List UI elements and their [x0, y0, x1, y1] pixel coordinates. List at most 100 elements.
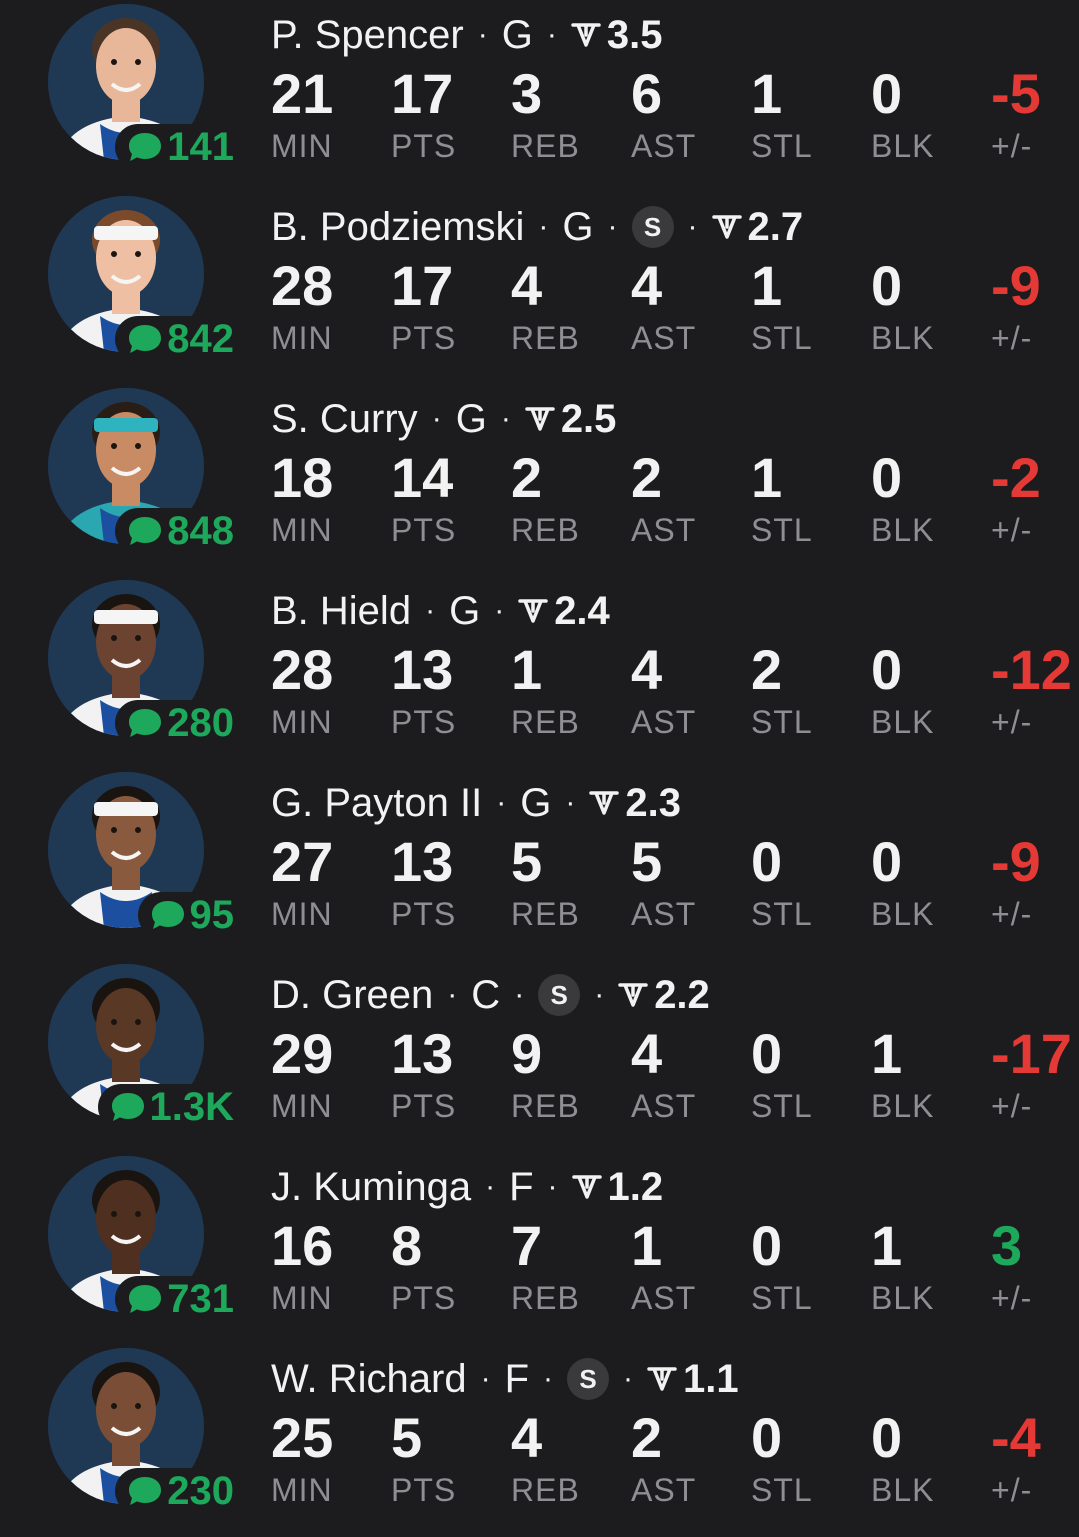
stat-pts-value: 17 — [391, 62, 454, 125]
comment-count-badge[interactable]: 280 — [115, 700, 234, 746]
stat-reb: 2 REB — [511, 446, 621, 548]
stat-pm-label: +/- — [991, 1088, 1033, 1124]
stat-pm-value: -5 — [991, 62, 1041, 125]
stat-stl-value: 2 — [751, 638, 783, 701]
player-header: G. Payton II · G · 2.3 — [271, 778, 681, 828]
stat-blk-label: BLK — [871, 128, 935, 164]
stat-blk-label: BLK — [871, 320, 935, 356]
player-position: G — [449, 588, 481, 633]
stat-pm-label: +/- — [991, 1280, 1033, 1316]
stat-pts-value: 13 — [391, 638, 454, 701]
stat-ast: 4 AST — [631, 254, 741, 356]
player-name[interactable]: G. Payton II — [271, 781, 482, 826]
comment-count-badge[interactable]: 95 — [137, 892, 234, 938]
player-name[interactable]: B. Hield — [271, 589, 411, 634]
player-row[interactable]: 842 B. Podziemski · G · S · 2.7 28 MIN 17 PTS 4 REB 4 A… — [0, 192, 1079, 384]
stat-stl: 1 STL — [751, 62, 861, 164]
player-stats-list: 141 P. Spencer · G · 3.5 21 MIN 17 PTS 3 REB 6 AST 1 ST… — [0, 0, 1079, 1537]
stat-pm-value: -4 — [991, 1406, 1041, 1469]
stat-stl: 1 STL — [751, 254, 861, 356]
stat-reb-value: 1 — [511, 638, 543, 701]
player-name[interactable]: P. Spencer — [271, 13, 464, 58]
stat-pm-label: +/- — [991, 1472, 1033, 1508]
stat-ast-label: AST — [631, 512, 697, 548]
player-name[interactable]: W. Richard — [271, 1357, 467, 1402]
stat-pts-value: 5 — [391, 1406, 423, 1469]
stat-reb-value: 5 — [511, 830, 543, 893]
comment-count-badge[interactable]: 1.3K — [97, 1084, 234, 1130]
separator-dot: · — [496, 786, 507, 819]
stat-min: 18 MIN — [271, 446, 381, 548]
stat-reb: 5 REB — [511, 830, 621, 932]
separator-dot: · — [431, 402, 442, 435]
player-row[interactable]: 1.3K D. Green · C · S · 2.2 29 MIN 13 PTS 9 REB 4 AST 0 S… — [0, 960, 1079, 1152]
stat-ast-label: AST — [631, 1472, 697, 1508]
player-row[interactable]: 731 J. Kuminga · F · 1.2 16 MIN 8 PTS 7 REB 1 AST 0 STL… — [0, 1152, 1079, 1344]
stat-ast-value: 1 — [631, 1214, 663, 1277]
stat-blk: 0 BLK — [871, 1406, 981, 1508]
stat-pm: -2 +/- — [991, 446, 1079, 548]
stat-pm-label: +/- — [991, 704, 1033, 740]
player-name[interactable]: D. Green — [271, 973, 433, 1018]
stat-pts-label: PTS — [391, 128, 457, 164]
stat-stl-value: 0 — [751, 1406, 783, 1469]
player-name[interactable]: J. Kuminga — [271, 1165, 471, 1210]
player-row[interactable]: 141 P. Spencer · G · 3.5 21 MIN 17 PTS 3 REB 6 AST 1 ST… — [0, 0, 1079, 192]
stat-pts-value: 8 — [391, 1214, 423, 1277]
stat-ast-value: 2 — [631, 1406, 663, 1469]
stat-pts: 13 PTS — [391, 1022, 501, 1124]
player-row[interactable]: 848 S. Curry · G · 2.5 18 MIN 14 PTS 2 REB 2 AST 1 STL 0… — [0, 384, 1079, 576]
stat-blk-value: 0 — [871, 254, 903, 317]
stat-min: 27 MIN — [271, 830, 381, 932]
rating-icon — [618, 983, 648, 1007]
comment-count: 141 — [167, 125, 234, 169]
stat-min-label: MIN — [271, 320, 333, 356]
comment-count: 842 — [167, 317, 234, 361]
stat-reb: 7 REB — [511, 1214, 621, 1316]
stat-min-label: MIN — [271, 704, 333, 740]
player-position: G — [501, 12, 533, 57]
player-row[interactable]: 230 W. Richard · F · S · 1.1 25 MIN 5 PTS 4 REB 2 AST 0 S… — [0, 1344, 1079, 1536]
player-name[interactable]: B. Podziemski — [271, 205, 524, 250]
stat-min-label: MIN — [271, 1088, 333, 1124]
stat-stl-label: STL — [751, 320, 813, 356]
separator-dot: · — [565, 786, 576, 819]
separator-dot: · — [477, 18, 488, 51]
comment-count-badge[interactable]: 141 — [115, 124, 234, 170]
stat-stl: 1 STL — [751, 446, 861, 548]
player-position: G — [562, 204, 594, 249]
comment-count-badge[interactable]: 230 — [115, 1468, 234, 1514]
stat-reb-value: 3 — [511, 62, 543, 125]
comment-count-badge[interactable]: 842 — [115, 316, 234, 362]
stat-min-label: MIN — [271, 512, 333, 548]
player-row[interactable]: 95 G. Payton II · G · 2.3 27 MIN 13 PTS 5 REB 5 AST 0 S… — [0, 768, 1079, 960]
stat-pm: -4 +/- — [991, 1406, 1079, 1508]
starter-badge: S — [631, 206, 674, 248]
stat-ast-label: AST — [631, 1280, 697, 1316]
comment-count-badge[interactable]: 731 — [115, 1276, 234, 1322]
stat-pm: -9 +/- — [991, 254, 1079, 356]
stat-pm-label: +/- — [991, 512, 1033, 548]
player-rating: 1.2 — [607, 1164, 664, 1209]
chat-bubble-icon — [129, 709, 162, 737]
stat-stl-label: STL — [751, 512, 813, 548]
stat-pm: -5 +/- — [991, 62, 1079, 164]
comment-count-badge[interactable]: 848 — [115, 508, 234, 554]
stat-blk-label: BLK — [871, 512, 935, 548]
stat-ast-value: 4 — [631, 638, 663, 701]
comment-count: 848 — [167, 509, 234, 553]
starter-badge: S — [567, 1358, 610, 1400]
stat-stl-label: STL — [751, 1280, 813, 1316]
player-position: F — [509, 1164, 534, 1209]
stat-reb-label: REB — [511, 1088, 580, 1124]
chat-bubble-icon — [129, 1477, 162, 1505]
stat-reb-value: 9 — [511, 1022, 543, 1085]
stat-min: 29 MIN — [271, 1022, 381, 1124]
player-row[interactable]: 280 B. Hield · G · 2.4 28 MIN 13 PTS 1 REB 4 AST 2 STL 0… — [0, 576, 1079, 768]
stat-reb-label: REB — [511, 896, 580, 932]
stat-blk-value: 0 — [871, 1406, 903, 1469]
player-name[interactable]: S. Curry — [271, 397, 418, 442]
stat-reb-value: 4 — [511, 1406, 543, 1469]
stat-ast-label: AST — [631, 1088, 697, 1124]
comment-count: 280 — [167, 701, 234, 745]
